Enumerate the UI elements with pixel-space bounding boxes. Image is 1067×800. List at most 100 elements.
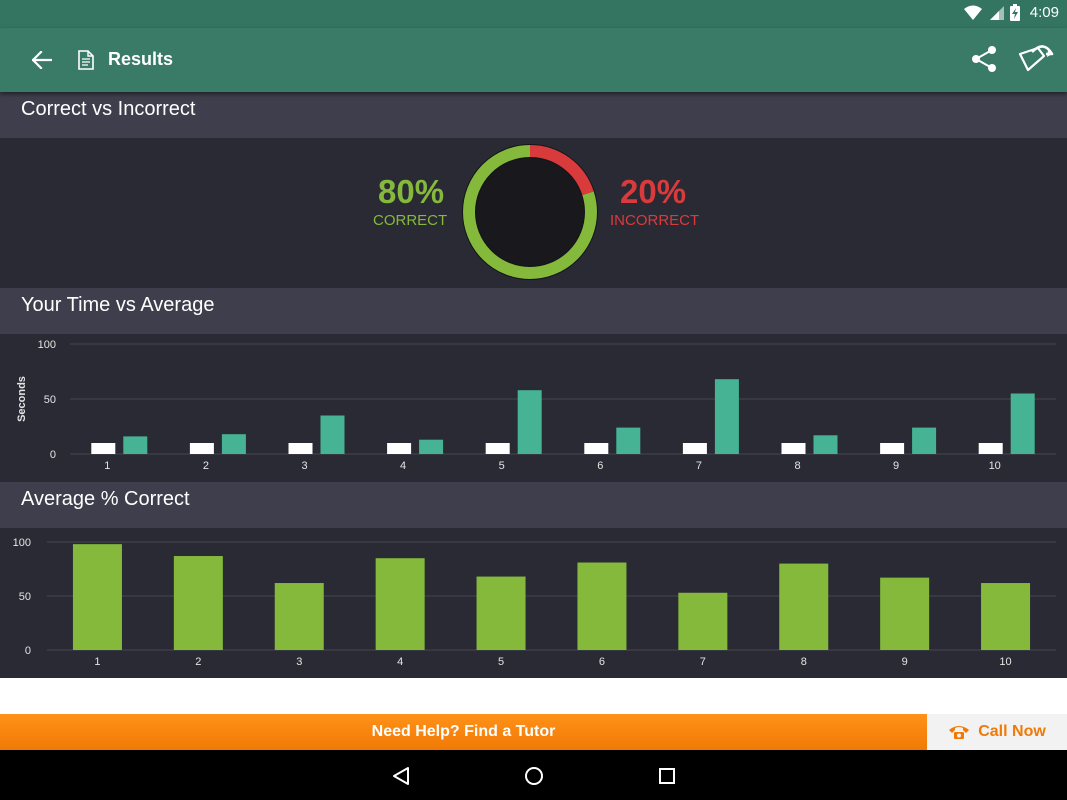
your-time-bar [517,390,542,454]
section-header-time-vs-average: Your Time vs Average [0,288,1067,334]
call-now-label: Call Now [978,723,1046,740]
y-axis-label: Seconds [16,376,28,422]
x-tick-label: 2 [203,460,209,472]
average-time-bar [584,443,609,454]
y-tick-label: 50 [19,591,31,603]
nav-home-icon [525,767,543,785]
average-time-bar [682,443,707,454]
nav-recents-icon [659,768,675,784]
x-tick-label: 2 [195,656,201,668]
your-time-bar [419,439,444,454]
system-nav-bar [0,750,1067,800]
your-time-bar [221,434,246,454]
average-correct-bar [678,592,728,650]
average-correct-bar [476,576,526,650]
average-time-bar [288,443,313,454]
find-tutor-label: Need Help? Find a Tutor [371,723,556,740]
page-title: Results [108,49,174,69]
share-button[interactable] [968,43,1000,75]
find-tutor-button[interactable]: Need Help? Find a Tutor [0,714,927,750]
y-tick-label: 100 [38,339,56,351]
x-tick-label: 7 [700,656,706,668]
average-correct-bar [981,583,1031,650]
incorrect-label: INCORRECT [610,212,700,229]
document-icon [78,50,94,70]
nav-home-button[interactable] [520,763,548,789]
your-time-bar [714,379,739,454]
section-header-average-correct: Average % Correct [0,482,1067,528]
x-tick-label: 3 [301,460,307,472]
correct-summary-panel: 80% CORRECT 20% INCORRECT [0,138,1067,288]
average-correct-chart: 0 50 100 1 2 3 4 5 6 7 8 9 10 [13,537,1056,668]
content-spacer [0,678,1067,714]
phone-icon [949,726,970,739]
x-tick-label: 8 [801,656,807,668]
arrow-back-icon [32,51,52,69]
correct-percentage: 80% [378,173,445,210]
call-now-button[interactable]: Call Now [927,714,1067,750]
y-tick-label: 50 [44,394,56,406]
x-tick-label: 10 [989,460,1001,472]
back-button[interactable] [22,45,62,75]
wifi-icon [963,5,982,20]
x-tick-label: 4 [397,656,403,668]
results-content: Correct vs Incorrect 80% CORRECT 20% INC… [0,92,1067,678]
nav-back-icon [393,767,409,785]
x-tick-label: 4 [400,460,406,472]
results-screen: 4:09 Results Correct vs Incorrect 80% CO… [0,0,1067,800]
status-time: 4:09 [1029,4,1059,21]
x-tick-label: 5 [498,656,504,668]
nav-recents-button[interactable] [653,763,681,789]
incorrect-percentage: 20% [620,173,687,210]
your-time-bar [123,436,148,454]
average-time-bar [91,443,116,454]
section-title: Average % Correct [21,488,190,510]
average-correct-bar [173,556,223,650]
average-correct-bar [72,544,122,650]
x-tick-label: 1 [94,656,100,668]
x-tick-label: 5 [499,460,505,472]
flip-cards-button[interactable] [1014,42,1054,76]
x-tick-label: 10 [999,656,1011,668]
flip-card-icon [1018,45,1054,72]
average-time-bar [880,443,905,454]
app-bar: Results [0,28,1067,92]
status-icons: 4:09 [963,4,1059,21]
y-tick-label: 0 [50,449,56,461]
x-tick-label: 1 [104,460,110,472]
x-tick-label: 3 [296,656,302,668]
average-time-bar [189,443,214,454]
nav-back-button[interactable] [387,763,415,789]
status-bar: 4:09 [0,0,1067,28]
average-correct-bar [274,583,324,650]
average-correct-bar [880,577,930,650]
your-time-bar [912,427,937,454]
correct-incorrect-donut [462,144,598,280]
signal-icon [989,5,1004,20]
x-tick-label: 7 [696,460,702,472]
x-tick-label: 6 [599,656,605,668]
average-time-bar [781,443,806,454]
average-time-bar [387,443,412,454]
y-tick-label: 100 [13,537,31,549]
average-correct-bar [577,562,627,650]
your-time-bar [1010,393,1035,454]
average-time-bar [485,443,510,454]
average-correct-bar [375,558,425,650]
section-header-correct-vs-incorrect: Correct vs Incorrect [0,92,1067,138]
y-tick-label: 0 [25,645,31,657]
time-vs-average-chart: 0 50 100 Seconds 1 2 3 4 5 6 7 8 9 10 [16,339,1056,472]
your-time-bar [320,415,345,454]
x-tick-label: 6 [597,460,603,472]
section-title: Correct vs Incorrect [21,98,196,120]
average-correct-bar [779,563,829,650]
your-time-bar [813,435,838,454]
x-tick-label: 9 [902,656,908,668]
correct-label: CORRECT [373,212,448,229]
your-time-bar [616,427,641,454]
average-time-bar [978,443,1003,454]
x-tick-label: 9 [893,460,899,472]
share-icon [972,46,996,72]
x-tick-label: 8 [794,460,800,472]
battery-charging-icon [1009,4,1020,21]
